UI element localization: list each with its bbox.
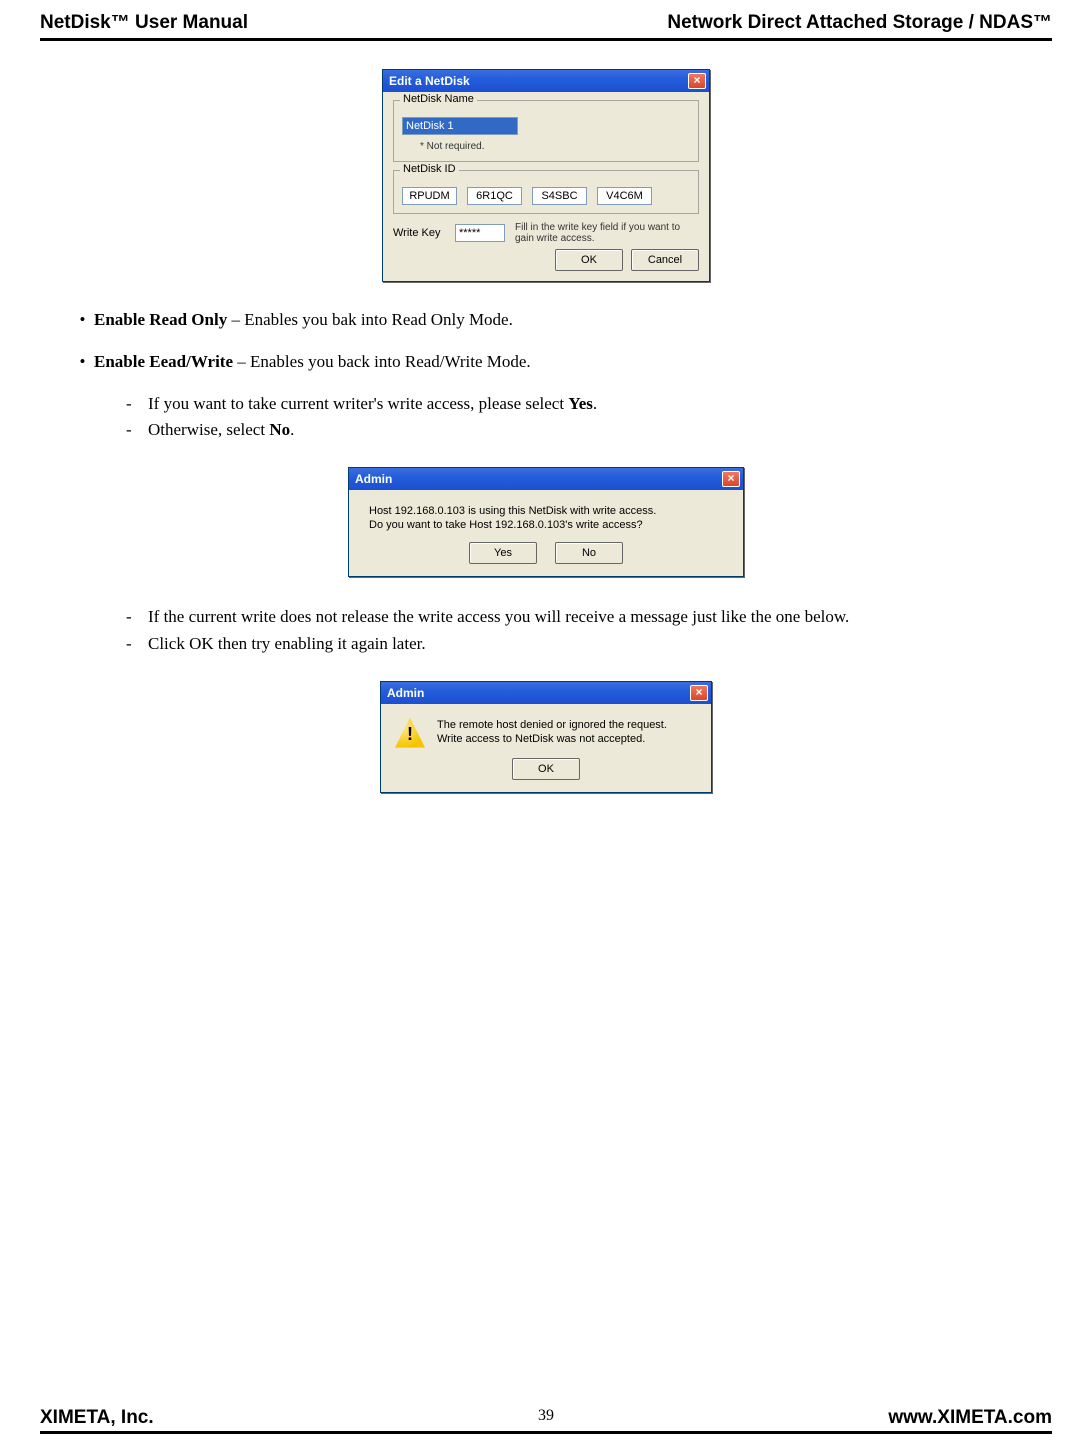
no-button[interactable]: No [555, 542, 623, 564]
admin-dialog-2: Admin × The remote host denied or ignore… [380, 681, 712, 793]
admin2-message: The remote host denied or ignored the re… [437, 718, 667, 747]
dash-list-b: If the current write does not release th… [56, 605, 1036, 656]
admin-dialog-1: Admin × Host 192.168.0.103 is using this… [348, 467, 744, 578]
ok-button[interactable]: OK [512, 758, 580, 780]
enable-read-write-bullet: Enable Eead/Write – Enables you back int… [94, 352, 1036, 372]
netdisk-name-group: NetDisk Name NetDisk 1 * Not required. [393, 100, 699, 162]
close-icon[interactable]: × [688, 73, 706, 89]
mode-bullets: Enable Read Only – Enables you bak into … [56, 310, 1036, 372]
edit-dialog-titlebar[interactable]: Edit a NetDisk × [383, 70, 709, 92]
admin1-title: Admin [355, 472, 392, 486]
close-icon[interactable]: × [722, 471, 740, 487]
admin2-title: Admin [387, 686, 424, 700]
page-header: NetDisk™ User Manual Network Direct Atta… [40, 12, 1052, 36]
yes-button[interactable]: Yes [469, 542, 537, 564]
name-note: * Not required. [402, 141, 690, 153]
edit-netdisk-dialog: Edit a NetDisk × NetDisk Name NetDisk 1 … [382, 69, 710, 282]
dash-a-1: If you want to take current writer's wri… [126, 392, 1036, 417]
admin2-titlebar[interactable]: Admin × [381, 682, 711, 704]
rw-rest: – Enables you back into Read/Write Mode. [233, 352, 531, 371]
admin1-message: Host 192.168.0.103 is using this NetDisk… [369, 504, 656, 533]
header-left: NetDisk™ User Manual [40, 12, 248, 34]
netdisk-id-legend: NetDisk ID [400, 163, 459, 175]
id-field-1[interactable]: RPUDM [402, 187, 457, 205]
write-key-label: Write Key [393, 227, 445, 239]
enable-read-only-bullet: Enable Read Only – Enables you bak into … [94, 310, 1036, 330]
dash-b-2: Click OK then try enabling it again late… [126, 632, 1036, 657]
cancel-button[interactable]: Cancel [631, 249, 699, 271]
footer-rule [40, 1431, 1052, 1434]
footer-company: XIMETA, Inc. [40, 1407, 154, 1429]
close-icon[interactable]: × [690, 685, 708, 701]
id-field-2[interactable]: 6R1QC [467, 187, 522, 205]
netdisk-name-legend: NetDisk Name [400, 93, 477, 105]
rw-strong: Enable Eead/Write [94, 352, 233, 371]
warning-icon [395, 718, 425, 748]
page-number: 39 [538, 1407, 554, 1425]
admin1-titlebar[interactable]: Admin × [349, 468, 743, 490]
netdisk-name-input[interactable]: NetDisk 1 [402, 117, 518, 135]
id-field-3[interactable]: S4SBC [532, 187, 587, 205]
page-footer: XIMETA, Inc. 39 www.XIMETA.com [40, 1407, 1052, 1434]
footer-url: www.XIMETA.com [888, 1407, 1052, 1429]
ok-button[interactable]: OK [555, 249, 623, 271]
dash-list-a: If you want to take current writer's wri… [56, 392, 1036, 443]
write-key-hint: Fill in the write key field if you want … [515, 222, 699, 245]
dash-a-2: Otherwise, select No. [126, 418, 1036, 443]
write-key-input[interactable]: ***** [455, 224, 505, 242]
ro-strong: Enable Read Only [94, 310, 227, 329]
id-field-4[interactable]: V4C6M [597, 187, 652, 205]
netdisk-id-group: NetDisk ID RPUDM 6R1QC S4SBC V4C6M [393, 170, 699, 214]
header-right: Network Direct Attached Storage / NDAS™ [667, 12, 1052, 34]
ro-rest: – Enables you bak into Read Only Mode. [227, 310, 513, 329]
edit-dialog-title: Edit a NetDisk [389, 74, 470, 88]
dash-b-1: If the current write does not release th… [126, 605, 1036, 630]
